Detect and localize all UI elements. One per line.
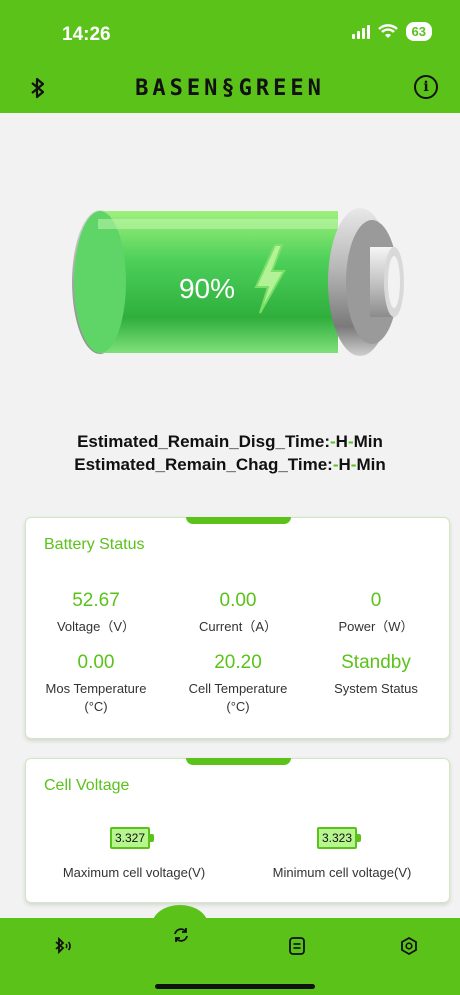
stat-label: Voltage（V）	[56, 619, 136, 634]
estimate-chag-label: Estimated_Remain_Chag_Time:	[74, 455, 333, 474]
top-bar: 14:26 63 BASEN§GREEN i	[0, 0, 460, 113]
stat-label: Cell Temperature (°C)	[188, 681, 288, 714]
stat-value: 0	[370, 590, 382, 611]
min-cell-label: Minimum cell voltage(V)	[272, 865, 412, 880]
estimate-disg-label: Estimated_Remain_Disg_Time:	[77, 432, 330, 451]
stat-label: Power（W）	[338, 619, 414, 634]
cell-battery-icon	[357, 834, 362, 842]
battery-status-card: Battery Status 52.67 Voltage（V） 0.00 Cur…	[25, 517, 450, 739]
document-icon[interactable]	[286, 935, 308, 957]
battery-percent-text: 90%	[179, 273, 235, 304]
stat-current: 0.00 Current（A）	[168, 590, 308, 636]
min-cell-badge: 3.323	[317, 827, 362, 849]
status-time: 14:26	[62, 24, 111, 45]
refresh-icon[interactable]	[170, 924, 192, 946]
cell-voltage-card: Cell Voltage 3.327 Maximum cell voltage(…	[25, 758, 450, 903]
max-cell-value: 3.327	[110, 827, 151, 849]
max-cell-label: Maximum cell voltage(V)	[62, 865, 206, 880]
estimate-chag-h-unit: H	[338, 455, 351, 474]
card-notch	[186, 517, 291, 524]
stat-value: 0.00	[219, 590, 257, 611]
stat-voltage: 52.67 Voltage（V）	[26, 590, 166, 636]
stat-value: Standby	[341, 652, 411, 673]
stat-system-status: Standby System Status	[306, 652, 446, 698]
battery-graphic: 90%	[70, 205, 405, 360]
max-cell-badge: 3.327	[110, 827, 155, 849]
stat-label: Current（A）	[198, 619, 278, 634]
cell-voltage-title: Cell Voltage	[44, 777, 130, 794]
stat-value: 52.67	[72, 590, 120, 611]
brand-logo: BASEN§GREEN	[135, 76, 325, 101]
estimate-disg-min-unit: Min	[353, 432, 383, 451]
estimates: Estimated_Remain_Disg_Time:-H-Min Estima…	[0, 430, 460, 476]
estimate-disg-h-unit: H	[335, 432, 348, 451]
home-indicator	[155, 984, 315, 989]
info-icon[interactable]: i	[414, 75, 438, 99]
stat-cell-temperature: 20.20 Cell Temperature (°C)	[168, 652, 308, 716]
min-cell-value: 3.323	[317, 827, 358, 849]
stat-value: 20.20	[214, 652, 262, 673]
stat-value: 0.00	[77, 652, 115, 673]
estimate-disg-line: Estimated_Remain_Disg_Time:-H-Min	[0, 430, 460, 453]
estimate-chag-line: Estimated_Remain_Chag_Time:-H-Min	[0, 453, 460, 476]
battery-level-badge: 63	[405, 22, 432, 41]
settings-icon[interactable]	[398, 935, 420, 957]
cell-battery-icon	[150, 834, 155, 842]
estimate-chag-min-unit: Min	[356, 455, 386, 474]
signal-icon	[351, 24, 370, 39]
stat-label: System Status	[334, 681, 418, 696]
stat-mos-temperature: 0.00 Mos Temperature (°C)	[26, 652, 166, 716]
stat-power: 0 Power（W）	[306, 590, 446, 636]
stat-label: Mos Temperature (°C)	[45, 681, 147, 714]
wifi-icon	[377, 23, 398, 38]
battery-illustration: 90%	[72, 208, 404, 356]
app-header: BASEN§GREEN i	[0, 70, 460, 110]
bluetooth-scan-icon[interactable]	[52, 935, 74, 957]
status-icons: 63	[351, 22, 432, 41]
battery-status-title: Battery Status	[44, 536, 145, 553]
card-notch	[186, 758, 291, 765]
